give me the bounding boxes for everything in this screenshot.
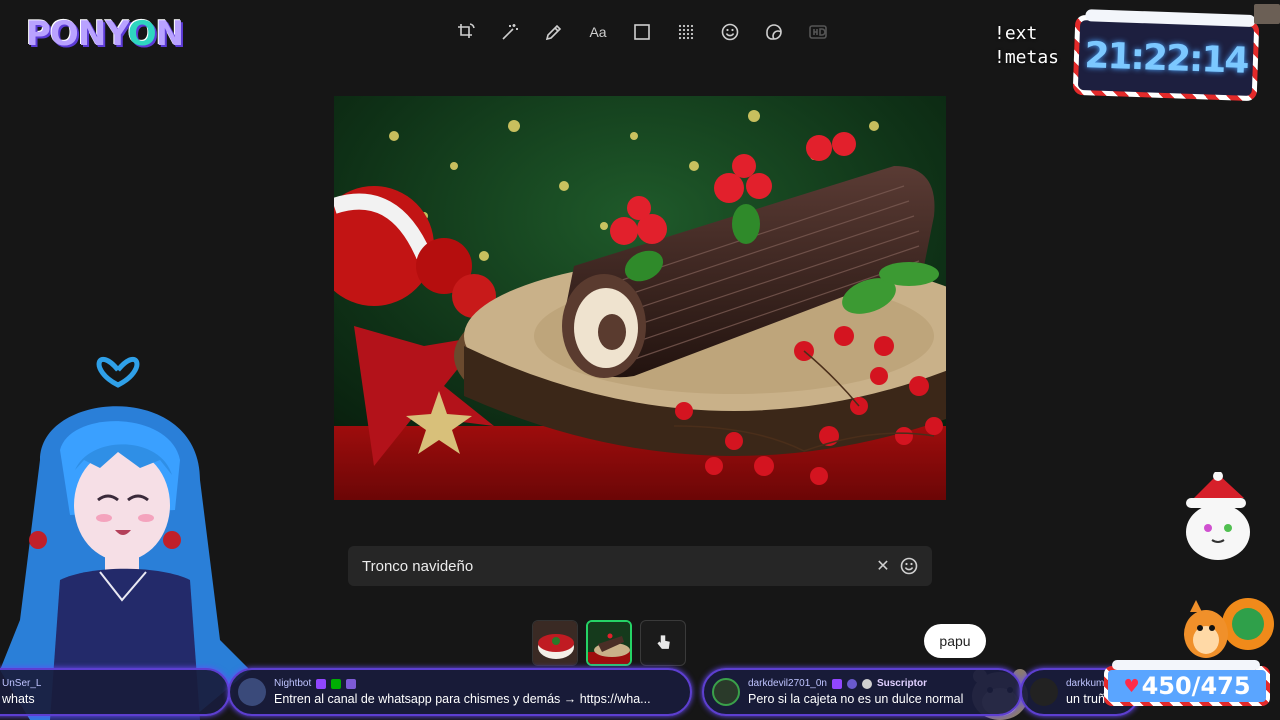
close-icon: ✕ xyxy=(876,558,890,575)
follower-goal-counter: ♥ 450/475 xyxy=(1104,660,1270,706)
prime-badge-icon xyxy=(831,678,842,689)
blur-grid-icon xyxy=(678,24,694,40)
bot-badge-icon xyxy=(346,678,357,689)
subscriber-badge-icon xyxy=(861,678,872,689)
chat-message-subscriber: darkdevil2701_0n Suscriptor Pero si la c… xyxy=(702,668,1022,716)
text-icon: Aa xyxy=(589,24,607,40)
nightbot-avatar xyxy=(238,678,266,706)
image-editor-toolbar: Aa xyxy=(448,14,836,50)
chat-username: Nightbot xyxy=(274,678,312,689)
caption-field[interactable]: Tronco navideño ✕ xyxy=(348,546,932,586)
square-icon xyxy=(634,24,650,40)
cake-thumbnail-image xyxy=(533,621,577,665)
user-avatar xyxy=(1030,678,1058,706)
clear-caption-button[interactable]: ✕ xyxy=(870,553,896,579)
moderator-badge-icon xyxy=(316,678,327,689)
text-button[interactable]: Aa xyxy=(580,14,616,50)
santa-cat-mascot xyxy=(1186,472,1250,560)
emoji-icon xyxy=(721,23,739,41)
hand-pointer-icon xyxy=(657,635,670,649)
hd-button[interactable] xyxy=(800,14,836,50)
emoji-button[interactable] xyxy=(712,14,748,50)
pencil-icon xyxy=(545,24,562,41)
stream-commands: !ext !metas xyxy=(994,22,1059,70)
chat-text: Pero si la cajeta no es un dulce normal xyxy=(748,692,964,706)
speech-bubble: papu xyxy=(924,624,986,658)
sword-badge-icon xyxy=(331,678,342,689)
chat-username: darkdevil2701_0n xyxy=(748,678,827,689)
caption-input[interactable]: Tronco navideño xyxy=(362,558,870,575)
magic-wand-button[interactable] xyxy=(492,14,528,50)
image-preview xyxy=(334,96,946,500)
stream-scene: PONYON Aa !ext !metas 21:22:14 Tronco na… xyxy=(0,0,1280,720)
add-media-button[interactable] xyxy=(640,620,686,666)
shape-button[interactable] xyxy=(624,14,660,50)
hd-icon xyxy=(809,25,827,39)
crop-rotate-icon xyxy=(458,23,475,38)
verified-badge-icon xyxy=(846,678,857,689)
pencil-button[interactable] xyxy=(536,14,572,50)
yule-log-thumbnail-image xyxy=(588,622,630,664)
chat-message-partial: UnSer_L whats xyxy=(0,668,230,716)
blur-button[interactable] xyxy=(668,14,704,50)
crop-rotate-button[interactable] xyxy=(448,14,484,50)
media-thumbnails xyxy=(532,620,686,666)
command-metas: !metas xyxy=(994,47,1060,68)
command-ext: !ext xyxy=(994,23,1038,44)
clock-time: 21:22:14 xyxy=(1083,34,1249,82)
thumbnail-yule-log[interactable] xyxy=(586,620,632,666)
emoji-picker-button[interactable] xyxy=(896,553,922,579)
squirrel-mascot xyxy=(1184,598,1274,658)
vtuber-avatar xyxy=(0,356,250,720)
thumbnail-cake[interactable] xyxy=(532,620,578,666)
chat-text: Entren al canal de whatsapp para chismes… xyxy=(274,692,651,706)
chat-message-nightbot: Nightbot Entren al canal de whatsapp par… xyxy=(228,668,692,716)
corner-camera-thumbnail xyxy=(1254,4,1280,24)
subscriber-label: Suscriptor xyxy=(876,678,927,689)
sticker-button[interactable] xyxy=(756,14,792,50)
chat-text: whats xyxy=(2,692,35,706)
user-avatar xyxy=(712,678,740,706)
goal-count: 450/475 xyxy=(1141,672,1251,700)
heart-icon: ♥ xyxy=(1123,675,1140,697)
ponyon-logo: PONYON xyxy=(26,14,184,54)
yule-log-photo xyxy=(334,96,946,500)
sticker-icon xyxy=(766,24,782,40)
emoji-icon xyxy=(900,557,918,575)
snow-decoration xyxy=(1112,660,1260,670)
chat-username: UnSer_L xyxy=(2,678,42,689)
clock-widget: 21:22:14 xyxy=(1072,9,1260,102)
magic-wand-icon xyxy=(502,24,518,40)
